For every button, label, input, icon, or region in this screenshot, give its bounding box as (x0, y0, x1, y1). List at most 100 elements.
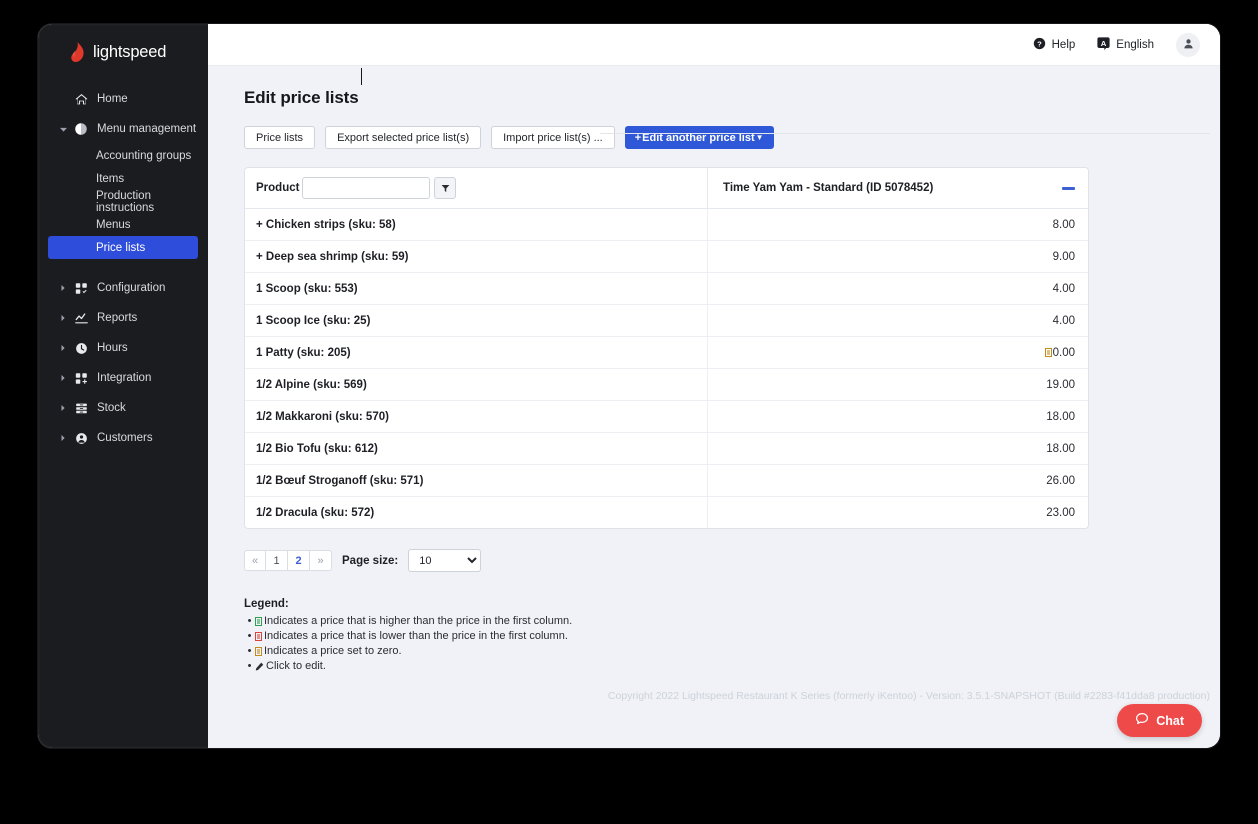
brand-logo[interactable]: lightspeed (38, 24, 208, 84)
price-value: 8.00 (1052, 218, 1075, 231)
sidebar-item-label: Integration (97, 372, 152, 384)
configuration-icon (70, 282, 92, 295)
product-filter-input[interactable] (302, 177, 431, 199)
price-column-label: Time Yam Yam - Standard (ID 5078452) (723, 182, 934, 194)
legend-item-text: Indicates a price that is higher than th… (264, 615, 573, 627)
table-row: + Deep sea shrimp (sku: 59) 9.00 (245, 240, 1088, 272)
minus-icon[interactable] (1062, 186, 1075, 190)
price-column-header-cell: Time Yam Yam - Standard (ID 5078452) (708, 168, 1088, 208)
table-row: 1/2 Bio Tofu (sku: 612) 18.00 (245, 432, 1088, 464)
sidebar-item-integration[interactable]: Integration (38, 363, 208, 393)
chat-bubble-icon (1135, 712, 1149, 729)
product-name-cell: 1 Scoop Ice (sku: 25) (245, 305, 708, 336)
sidebar-item-home[interactable]: Home (38, 84, 208, 114)
legend-item: Click to edit. (244, 659, 1198, 674)
brand-name: lightspeed (93, 42, 167, 61)
product-name-cell: 1 Patty (sku: 205) (245, 337, 708, 368)
help-button[interactable]: ? Help (1033, 37, 1076, 53)
sidebar-item-stock[interactable]: Stock (38, 393, 208, 423)
user-icon (1183, 36, 1194, 54)
price-cell[interactable]: 4.00 (708, 305, 1088, 336)
legend-item: Indicates a price that is lower than the… (244, 629, 1198, 644)
sidebar-subitem-label: Production instructions (96, 189, 155, 214)
pagination: « 1 2 » Page size: 102550100 (244, 549, 1198, 572)
price-cell[interactable]: 4.00 (708, 273, 1088, 304)
pagination-page-1[interactable]: 1 (266, 550, 288, 571)
chat-button[interactable]: Chat (1117, 704, 1202, 737)
language-selector[interactable]: A English (1097, 36, 1154, 53)
pencil-icon (255, 662, 264, 671)
translate-icon: A (1097, 36, 1110, 53)
sidebar-subitem-price-lists[interactable]: Price lists (48, 236, 198, 259)
main-pane: ? Help A English Edit price lists Price … (208, 24, 1220, 748)
pagination-next-button[interactable]: » (310, 550, 332, 571)
bullet-icon (244, 659, 255, 674)
bullet-icon (244, 614, 255, 629)
sidebar-subitem-menus[interactable]: Menus (48, 213, 198, 236)
chat-label: Chat (1156, 713, 1184, 728)
price-cell[interactable]: 18.00 (708, 401, 1088, 432)
avatar[interactable] (1176, 32, 1200, 57)
page-size-select[interactable]: 102550100 (408, 549, 482, 572)
price-cell[interactable]: 18.00 (708, 433, 1088, 464)
svg-text:?: ? (1037, 39, 1042, 48)
language-label: English (1116, 38, 1154, 51)
sidebar-item-configuration[interactable]: Configuration (38, 273, 208, 303)
zero-price-icon (1044, 348, 1052, 357)
sidebar-subitem-label: Price lists (96, 241, 146, 254)
price-value: 9.00 (1052, 250, 1075, 263)
price-lists-button[interactable]: Price lists (244, 126, 316, 149)
chevron-right-icon (56, 315, 70, 321)
product-filter-button[interactable] (434, 177, 457, 199)
question-circle-icon: ? (1033, 37, 1046, 53)
legend-item-text: Click to edit. (266, 660, 326, 672)
sidebar-item-menu-management[interactable]: Menu management (38, 114, 208, 144)
pagination-page-2[interactable]: 2 (288, 550, 310, 571)
customers-icon (70, 432, 92, 445)
sidebar-item-customers[interactable]: Customers (38, 423, 208, 453)
pagination-buttons: « 1 2 » (244, 550, 332, 571)
product-name-cell: 1/2 Bœuf Stroganoff (sku: 571) (245, 465, 708, 496)
table-row: 1/2 Alpine (sku: 569) 19.00 (245, 368, 1088, 400)
sidebar-subitem-items[interactable]: Items (48, 167, 198, 190)
sidebar-item-label: Customers (97, 432, 153, 444)
table-row: 1/2 Bœuf Stroganoff (sku: 571) 26.00 (245, 464, 1088, 496)
sidebar-item-label: Menu management (97, 123, 197, 135)
toolbar: Price lists Export selected price list(s… (230, 108, 1198, 149)
sidebar: lightspeed Home Menu management Accounti… (38, 24, 208, 748)
price-cell[interactable]: 9.00 (708, 241, 1088, 272)
sidebar-subitem-production-instructions[interactable]: Production instructions (48, 189, 198, 214)
bullet-icon (244, 644, 255, 659)
price-cell[interactable]: 19.00 (708, 369, 1088, 400)
price-cell[interactable]: 0.00 (708, 337, 1088, 368)
price-value: 4.00 (1052, 314, 1075, 327)
chevron-down-icon (56, 126, 70, 133)
sidebar-item-hours[interactable]: Hours (38, 333, 208, 363)
edit-another-price-list-button[interactable]: + Edit another price list ▼ (624, 126, 774, 149)
price-value: 4.00 (1052, 282, 1075, 295)
pagination-prev-button[interactable]: « (244, 550, 266, 571)
product-column-label: Product (256, 182, 300, 194)
price-cell[interactable]: 8.00 (708, 209, 1088, 240)
sidebar-item-reports[interactable]: Reports (38, 303, 208, 333)
export-price-lists-button[interactable]: Export selected price list(s) (325, 126, 482, 149)
product-name-cell: 1/2 Dracula (sku: 572) (245, 497, 708, 528)
sidebar-subitem-accounting-groups[interactable]: Accounting groups (48, 144, 198, 167)
price-cell[interactable]: 26.00 (708, 465, 1088, 496)
import-price-lists-button[interactable]: Import price list(s) ... (491, 126, 615, 149)
price-value: 19.00 (1046, 378, 1075, 391)
app-window: lightspeed Home Menu management Accounti… (38, 24, 1220, 748)
table-header-row: Product Time Yam Yam - Standard (ID 5078… (245, 168, 1088, 209)
price-value: 0.00 (1052, 346, 1075, 359)
help-label: Help (1051, 38, 1076, 51)
chevron-right-icon (56, 405, 70, 411)
sidebar-item-label: Stock (97, 402, 126, 414)
legend-item: Indicates a price that is higher than th… (244, 614, 1198, 629)
price-cell[interactable]: 23.00 (708, 497, 1088, 528)
legend-list: Indicates a price that is higher than th… (244, 614, 1198, 674)
menu-management-icon (70, 122, 92, 136)
lightspeed-flame-icon (68, 42, 86, 62)
legend-item: Indicates a price set to zero. (244, 644, 1198, 659)
table-body: + Chicken strips (sku: 58) 8.00 + Deep sea… (245, 209, 1088, 528)
